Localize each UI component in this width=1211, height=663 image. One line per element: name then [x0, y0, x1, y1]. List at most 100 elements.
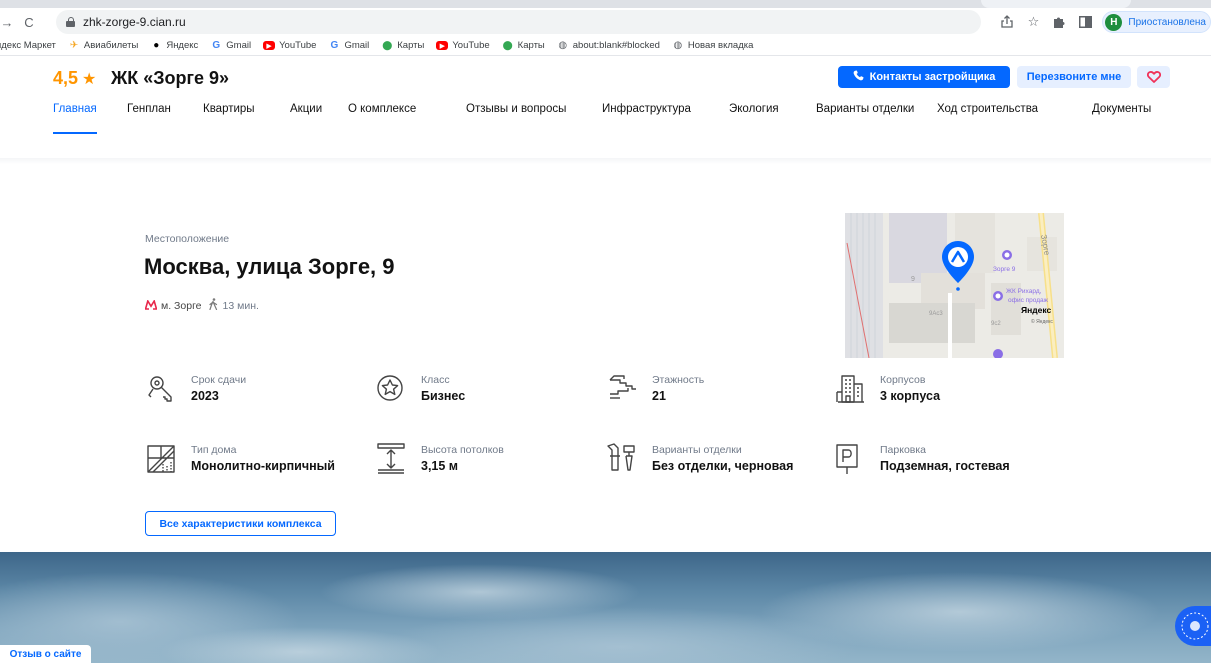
profile-avatar[interactable]: Н: [1105, 13, 1123, 31]
bookmark-label: Авиабилеты: [83, 40, 139, 51]
bookmark-item[interactable]: ндекс Маркет: [0, 40, 56, 51]
stat-value: Бизнес: [421, 389, 466, 403]
stat-class: Класс Бизнес: [375, 372, 465, 406]
reload-icon[interactable]: C: [20, 12, 38, 32]
nav-tab[interactable]: Генплан: [127, 103, 171, 143]
nav-tab[interactable]: Главная: [53, 103, 97, 143]
nav-tab[interactable]: Отзывы и вопросы: [466, 103, 566, 143]
stat-label: Парковка: [880, 444, 927, 456]
bookmark-label: YouTube: [452, 40, 490, 51]
bookmark-item[interactable]: ● Яндекс: [150, 40, 198, 52]
active-tab-edge[interactable]: [981, 0, 1131, 8]
bookmark-item[interactable]: ▶ YouTube: [436, 40, 490, 51]
stat-finishing: Варианты отделки Без отделки, черновая: [606, 442, 793, 476]
stat-label: Корпусов: [880, 374, 926, 386]
site-header: 4,5 ★ ЖК «Зорге 9» Контакты застройщика П…: [0, 56, 1211, 164]
google-icon: G: [330, 40, 339, 51]
browser-tabstrip: [0, 0, 1211, 8]
yandex-icon: ●: [153, 40, 160, 51]
bookmark-label: about:blank#blocked: [572, 40, 660, 51]
bookmark-label: Gmail: [226, 40, 252, 51]
map-poi-label: офис продаж: [1008, 297, 1049, 304]
stat-value: 3 корпуса: [880, 389, 941, 403]
stat-house-type: Тип дома Монолитно-кирпичный: [145, 442, 335, 476]
aviasales-icon: ✈: [69, 40, 79, 51]
bookmark-item[interactable]: G Gmail: [210, 40, 251, 52]
map-building-label: 9с2: [991, 321, 1001, 327]
bookmark-item[interactable]: ⬤ Карты: [381, 40, 424, 52]
stat-buildings: Корпусов 3 корпуса: [834, 372, 940, 406]
side-panel-icon[interactable]: [1076, 13, 1094, 31]
bookmark-label: Карты: [517, 40, 545, 51]
google-icon: G: [212, 40, 221, 51]
stat-label: Варианты отделки: [652, 444, 742, 456]
bookmark-item[interactable]: ◍ Новая вкладка: [672, 40, 754, 52]
bookmark-item[interactable]: ✈ Авиабилеты: [68, 40, 139, 52]
toolbar-actions: ☆ Н Приостановлена: [990, 10, 1211, 34]
nav-tab[interactable]: О комплексе: [348, 103, 416, 143]
nav-tab[interactable]: Акции: [290, 103, 322, 143]
house-type-icon: [145, 442, 179, 476]
youtube-icon: ▶: [436, 41, 449, 50]
stat-label: Высота потолков: [421, 444, 504, 456]
browser-toolbar: → C zhk-zorge-9.cian.ru ☆ Н Приостановле…: [0, 8, 1211, 36]
map-copyright: © Яндекс: [1031, 318, 1053, 325]
complex-title: ЖК «Зорге 9»: [111, 68, 230, 88]
stat-value: Подземная, гостевая: [880, 459, 1010, 473]
header-divider: [0, 158, 1211, 164]
chat-widget-button[interactable]: [1175, 606, 1211, 646]
favorite-button[interactable]: [1137, 66, 1170, 88]
bookmark-item[interactable]: ▶ YouTube: [263, 40, 316, 51]
extensions-puzzle-icon[interactable]: [1050, 13, 1068, 31]
location-map[interactable]: 9 9Ас3 9с2 Зорге Зорге 9 ЖК Рихард, офис…: [845, 213, 1064, 358]
bookmarks-bar: ндекс Маркет ✈ Авиабилеты ● Яндекс G Gmail ▶ You…: [0, 36, 1211, 56]
developer-contacts-button[interactable]: Контакты застройщика: [838, 66, 1010, 88]
metro-icon: [144, 298, 158, 313]
hero-image: [0, 552, 1211, 663]
stat-value: Монолитно-кирпичный: [191, 459, 335, 473]
bookmark-item[interactable]: ⬤ Карты: [502, 40, 545, 52]
stat-ceiling-height: Высота потолков 3,15 м: [375, 442, 504, 476]
map-building-label: 9: [911, 276, 915, 283]
lock-icon[interactable]: [66, 17, 75, 27]
walking-person-icon: [208, 298, 218, 313]
stat-label: Этажность: [652, 374, 705, 386]
walk-time: 13 мин.: [222, 299, 259, 312]
stat-label: Класс: [421, 374, 450, 386]
bookmark-item[interactable]: ◍ about:blank#blocked: [557, 40, 660, 52]
nav-tab[interactable]: Ход строительства: [937, 103, 1038, 143]
share-icon[interactable]: [998, 13, 1016, 31]
buildings-icon: [834, 372, 868, 406]
rating-value: 4,5: [53, 68, 79, 88]
maps-pin-icon: ⬤: [502, 40, 513, 50]
nav-tab[interactable]: Экология: [729, 103, 779, 143]
nav-tab[interactable]: Варианты отделки: [816, 103, 914, 143]
all-characteristics-button[interactable]: Все характеристики комплекса: [145, 511, 336, 536]
site-feedback-button[interactable]: Отзыв о сайте: [0, 645, 91, 663]
profile-chip[interactable]: Н Приостановлена: [1102, 11, 1211, 33]
nav-tab[interactable]: Квартиры: [203, 103, 255, 143]
developer-contacts-label: Контакты застройщика: [869, 71, 996, 83]
nav-tab[interactable]: Инфраструктура: [602, 103, 691, 143]
stat-value: Без отделки, черновая: [652, 459, 794, 473]
back-arrow-icon[interactable]: →: [0, 12, 14, 32]
stairs-icon: [606, 372, 640, 406]
bookmark-star-icon[interactable]: ☆: [1024, 13, 1042, 31]
ceiling-height-icon: [375, 442, 409, 476]
stat-floors: Этажность 21: [606, 372, 704, 406]
star-badge-icon: [375, 372, 409, 406]
callback-button[interactable]: Перезвоните мне: [1017, 66, 1131, 88]
location-label: Местоположение: [145, 233, 230, 245]
bookmark-item[interactable]: G Gmail: [328, 40, 370, 52]
stat-label: Тип дома: [191, 444, 237, 456]
stat-parking: Парковка Подземная, гостевая: [834, 442, 1010, 476]
globe-icon: ◍: [673, 40, 683, 51]
rating: 4,5 ★: [53, 68, 96, 89]
bookmark-label: Карты: [397, 40, 425, 51]
nav-tab[interactable]: Документы: [1092, 103, 1151, 143]
map-poi-label: Зорге 9: [993, 266, 1016, 273]
url-text[interactable]: zhk-zorge-9.cian.ru: [83, 15, 186, 29]
address-bar[interactable]: zhk-zorge-9.cian.ru: [56, 10, 981, 34]
bookmark-label: Новая вкладка: [687, 40, 754, 51]
finishing-tools-icon: [606, 442, 640, 476]
